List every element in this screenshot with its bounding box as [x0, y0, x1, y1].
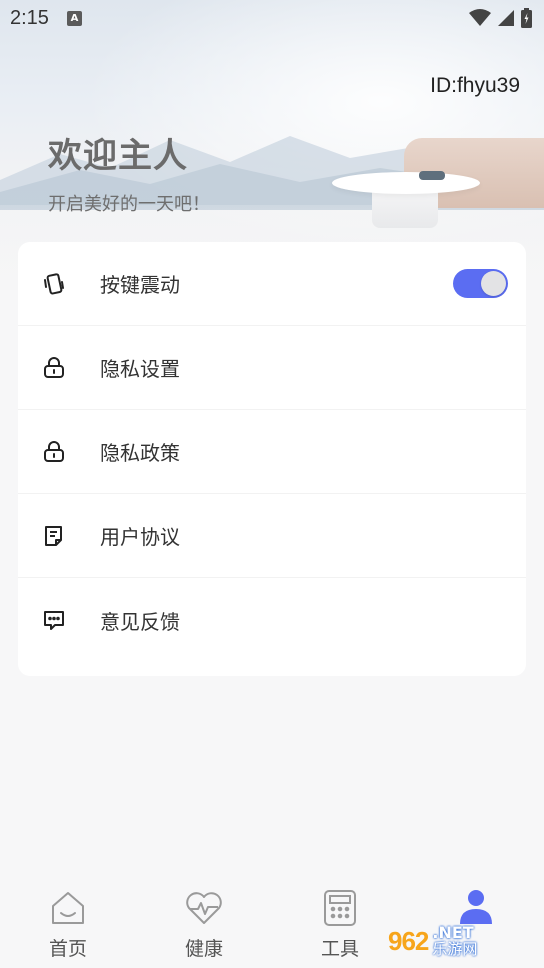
watermark-number: 962	[388, 925, 429, 956]
nav-label: 健康	[184, 938, 223, 960]
settings-label: 意见反馈	[100, 609, 180, 634]
nav-label: 首页	[48, 938, 87, 960]
coffee-table-base	[372, 188, 438, 228]
settings-label: 隐私政策	[100, 441, 180, 465]
settings-row-vibration[interactable]: 按键震动	[18, 242, 526, 326]
table-device	[419, 171, 445, 180]
coffee-table-top	[332, 172, 480, 194]
settings-label: 隐私设置	[100, 357, 180, 381]
settings-row-privacy-policy[interactable]: 隐私政策	[18, 410, 526, 494]
notification-badge: A	[66, 10, 82, 26]
document-icon	[42, 524, 66, 548]
nav-item-health[interactable]: 健康	[136, 876, 272, 968]
settings-label: 用户协议	[100, 525, 180, 549]
status-time: 2:15	[10, 6, 49, 29]
battery-icon	[521, 8, 532, 28]
signal-icon	[498, 10, 514, 26]
nav-label: 工具	[320, 938, 359, 960]
lock-icon	[42, 440, 66, 464]
status-icons	[469, 8, 532, 28]
watermark-net: .NET	[432, 922, 474, 942]
settings-card: 按键震动 隐私设置 隐私政策 用户协议 意见反馈	[18, 242, 526, 676]
wifi-icon	[469, 9, 491, 26]
toggle-knob	[481, 271, 506, 296]
settings-row-privacy-settings[interactable]: 隐私设置	[18, 326, 526, 410]
vibration-toggle[interactable]	[453, 269, 508, 298]
settings-label: 按键震动	[100, 273, 180, 297]
welcome-title: 欢迎主人	[48, 136, 188, 176]
heart-pulse-icon	[184, 888, 224, 928]
home-icon	[48, 888, 88, 928]
vibration-icon	[42, 272, 66, 296]
settings-row-feedback[interactable]: 意见反馈	[18, 578, 526, 662]
welcome-subtitle: 开启美好的一天吧！	[48, 194, 210, 215]
nav-item-home[interactable]: 首页	[0, 876, 136, 968]
lock-icon	[42, 356, 66, 380]
calculator-icon	[320, 888, 360, 928]
settings-row-user-agreement[interactable]: 用户协议	[18, 494, 526, 578]
watermark-text: .NET 乐游网	[432, 922, 478, 958]
feedback-icon	[42, 608, 66, 632]
watermark-site: 乐游网	[432, 939, 478, 958]
status-bar: 2:15 A	[0, 0, 544, 36]
user-id: ID:fhyu39	[430, 74, 520, 97]
watermark-logo: 962 .NET 乐游网	[388, 918, 538, 964]
